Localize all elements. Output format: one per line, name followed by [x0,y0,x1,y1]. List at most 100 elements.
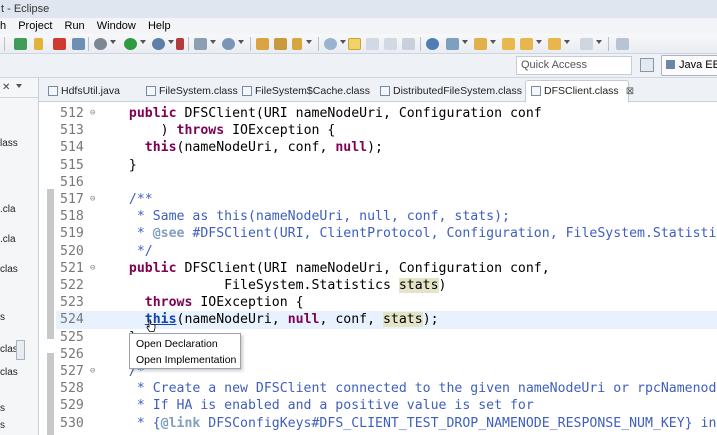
code-line[interactable]: 519 * @see #DFSClient(URI, ClientProtoco… [56,225,717,242]
run-icon[interactable] [124,38,137,50]
code-text: * Create a new DFSClient connected to th… [113,380,717,397]
fold-toggle-icon[interactable]: ⊖ [90,105,95,122]
code-token: * If HA is enabled and a positive value … [113,398,534,414]
forward-arrow-icon[interactable] [548,38,561,50]
whitespace-icon[interactable] [384,38,397,50]
new-package-icon[interactable] [274,38,287,50]
tab-distributed-filesystem[interactable]: DistributedFileSystem.class [375,81,522,101]
class-file-icon [380,86,390,96]
tab-hdfsutil[interactable]: HdfsUtil.java [43,81,120,101]
code-token: DFSClient(URI nameNodeUri, Configuration… [176,260,550,276]
code-line[interactable]: 514 this(nameNodeUri, conf, null); [56,139,717,156]
code-token: public [128,260,177,276]
last-edit-icon[interactable] [502,38,515,50]
close-icon[interactable]: ✕ [2,82,10,93]
code-line[interactable]: 528 * Create a new DFSClient connected t… [56,380,717,397]
tab-filesystem-cache[interactable]: FileSystem$Cache.class [237,81,370,101]
code-line[interactable]: 518 * Same as this(nameNodeUri, null, co… [56,208,717,225]
chevron-down-icon[interactable] [596,40,602,44]
explorer-item[interactable]: clas [0,264,18,275]
pin-editor-icon[interactable] [616,38,629,50]
menu-file-partial[interactable]: h [0,18,6,34]
view-menu-chevron-icon[interactable] [16,84,22,88]
code-editor[interactable]: 512 ⊖ public DFSClient(URI nameNodeUri, C… [39,103,717,435]
chevron-down-icon[interactable] [238,40,244,44]
quick-access-input[interactable]: Quick Access [516,56,632,75]
menu-item-open-declaration[interactable]: Open Declaration [136,336,218,352]
chevron-down-icon[interactable] [110,40,116,44]
code-text: public DFSClient(URI nameNodeUri, Config… [113,260,550,277]
terminate-icon[interactable] [53,38,66,50]
close-tab-icon[interactable]: ⊠ [626,86,634,97]
tab-dfsclient[interactable]: DFSClient.class ⊠ [525,80,634,103]
perspective-java-ee-button[interactable]: Java EE [661,55,717,76]
menu-help[interactable]: Help [148,18,171,34]
code-line[interactable]: 530 * {@link DFSConfigKeys#DFS_CLIENT_TE… [56,415,717,432]
suspend-icon[interactable] [34,38,43,50]
code-line[interactable]: 523 throws IOException { [56,294,717,311]
new-web-icon[interactable] [222,38,235,50]
explorer-item[interactable]: clas [0,367,18,378]
explorer-item[interactable]: s [0,420,5,431]
back-arrow-icon[interactable] [520,38,533,50]
tab-label: DFSClient.class [544,85,619,97]
chevron-down-icon[interactable] [490,40,496,44]
code-line[interactable]: 521 ⊖ public DFSClient(URI nameNodeUri, C… [56,260,717,277]
code-line[interactable]: 512 ⊖ public DFSClient(URI nameNodeUri, C… [56,105,717,122]
menu-run[interactable]: Run [65,18,85,34]
new-server-icon[interactable] [194,38,207,50]
chevron-down-icon[interactable] [140,40,146,44]
explorer-item[interactable]: .cla [0,204,16,215]
menu-window[interactable]: Window [97,18,136,34]
forward-history-icon[interactable] [580,38,593,50]
fold-toggle-icon[interactable]: ⊖ [90,191,95,208]
skip-breakpoints-icon[interactable] [14,38,27,50]
code-line[interactable]: 516 [56,174,717,191]
chevron-down-icon[interactable] [306,40,312,44]
chevron-down-icon[interactable] [462,40,468,44]
debug-icon[interactable] [152,38,165,50]
open-folder-icon[interactable] [256,38,269,50]
chevron-down-icon[interactable] [564,40,570,44]
chevron-down-icon[interactable] [210,40,216,44]
code-token: IOException { [192,295,304,311]
code-token: (nameNodeUri, [176,312,288,328]
prev-annotation-icon[interactable] [474,38,487,50]
search-icon[interactable] [324,38,337,50]
pen-icon[interactable] [292,38,302,50]
menu-item-open-implementation[interactable]: Open Implementation [136,352,236,368]
code-line[interactable]: 513 ) throws IOException { [56,122,717,139]
open-perspective-icon[interactable] [640,58,654,72]
next-annotation-icon[interactable] [446,38,459,50]
gear-icon[interactable] [94,38,107,50]
code-line[interactable]: 515 } [56,157,717,174]
code-token: this [144,140,177,156]
panel-scrollbar[interactable] [16,340,25,360]
mark-occurrences-icon[interactable] [348,38,361,50]
code-line[interactable]: 517 ⊖ /** [56,191,717,208]
explorer-item[interactable]: s [0,312,5,323]
code-token: * [113,226,153,242]
line-number: 513 [60,123,84,139]
code-text: } [113,157,137,174]
chevron-down-icon[interactable] [168,40,174,44]
explorer-item[interactable]: s [0,403,5,414]
globe-icon[interactable] [426,38,439,50]
menu-project[interactable]: Project [18,18,52,34]
code-line[interactable]: 522 FileSystem.Statistics stats) [56,277,717,294]
explorer-item[interactable]: lass [0,138,18,149]
block-selection-icon[interactable] [366,38,379,50]
tab-filesystem[interactable]: FileSystem.class [141,81,238,101]
disconnect-icon[interactable] [72,38,85,50]
external-tools-icon[interactable] [176,38,184,50]
fold-toggle-icon[interactable]: ⊖ [90,260,95,277]
pilcrow-icon[interactable] [402,38,415,50]
fold-toggle-icon[interactable]: ⊖ [90,363,95,380]
chevron-down-icon[interactable] [340,40,346,44]
code-line[interactable]: 529 * If HA is enabled and a positive va… [56,397,717,414]
explorer-item[interactable]: .cla [0,234,16,245]
chevron-down-icon[interactable] [536,40,542,44]
window-title: t - Eclipse [1,3,50,15]
code-line[interactable]: 520 */ [56,243,717,260]
